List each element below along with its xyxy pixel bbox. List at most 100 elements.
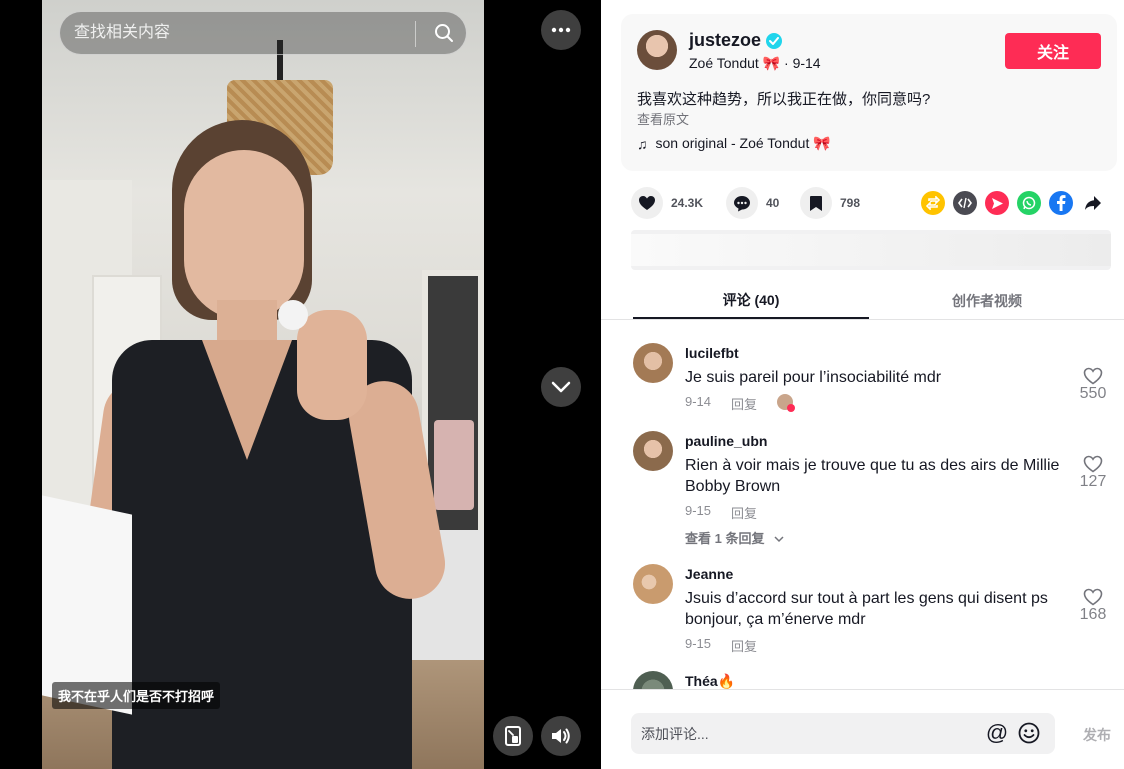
comment-action[interactable]: 40 [726,186,779,220]
music-title: son original - Zoé Tondut 🎀 [655,135,831,151]
comment-icon [734,195,750,211]
video-caption: 我不在乎人们是否不打招呼 [52,682,221,709]
comment-date: 9-15 [685,503,712,518]
repost-button[interactable] [921,191,945,215]
details-panel: justezoe Zoé Tondut 🎀 · 9-14 关注 我喜欢这种趋势，… [601,0,1124,769]
tab-comments[interactable]: 评论 (40) [633,282,869,319]
chevron-down-icon [551,381,571,393]
view-replies-button[interactable]: 查看 1 条回复 [685,528,784,547]
tab-creator-videos[interactable]: 创作者视频 [869,282,1105,319]
search-bar [59,11,467,55]
comment-list: lucilefbt Je suis pareil pour l’insociab… [601,321,1124,689]
comment-reply-button[interactable]: 回复 [731,394,757,413]
copy-link-bar-inner [631,234,1111,266]
volume-button[interactable] [541,716,581,756]
chevron-down-icon [774,536,784,543]
bookmark-icon [810,195,822,211]
comment-username[interactable]: Jeanne [685,566,733,582]
comment-reply-button[interactable]: 回复 [731,503,757,522]
save-action[interactable]: 798 [800,186,860,220]
comment-button[interactable] [726,187,758,219]
like-button[interactable] [631,187,663,219]
tab-bar: 评论 (40) 创作者视频 [601,282,1124,320]
comment-text: Jsuis d’accord sur tout à part les gens … [685,590,1048,628]
follow-button[interactable]: 关注 [1005,33,1101,69]
video-scene-fridge [434,420,474,510]
mention-button[interactable]: @ [985,720,1009,745]
volume-icon [552,728,570,744]
more-icon [551,27,571,33]
comment-count: 40 [766,196,780,210]
author-subtitle: Zoé Tondut 🎀 · 9-14 [689,55,821,72]
comment-date: 9-14 [685,394,712,409]
comment-date: 9-15 [685,636,712,651]
comment-item: lucilefbt Je suis pareil pour l’insociab… [633,343,1106,413]
heart-outline-icon [1083,455,1103,473]
post-info-card: justezoe Zoé Tondut 🎀 · 9-14 关注 我喜欢这种趋势，… [621,14,1117,171]
post-date: · 9-14 [784,55,821,71]
search-divider [415,21,416,47]
author-display-name: Zoé Tondut 🎀 [689,55,781,71]
post-description: 我喜欢这种趋势，所以我正在做，你同意吗? [637,91,931,108]
share-facebook-button[interactable] [1049,191,1073,215]
comment-username[interactable]: pauline_ubn [685,433,767,449]
video-person-neckline [202,340,292,460]
comment-like-button[interactable]: 127 [1071,455,1115,491]
comment-meta: 9-14 回复 [685,394,796,413]
comment-like-button[interactable]: 168 [1071,588,1115,624]
comment-meta: 9-15 回复 [685,636,757,655]
video-panel: 我不在乎人们是否不打招呼 [0,0,601,769]
music-note-icon: ♫ [637,135,648,152]
video-person-hand [297,310,367,420]
more-options-button[interactable] [541,10,581,50]
share-arrow-icon [1085,196,1101,210]
video-mic [278,300,308,330]
embed-button[interactable] [953,191,977,215]
see-original-link[interactable]: 查看原文 [637,109,689,128]
author-avatar[interactable] [637,30,677,70]
comment-avatar[interactable] [633,671,673,689]
comment-username[interactable]: Théa🔥 [685,673,735,689]
comment-composer: @ 发布 [601,689,1124,769]
like-action[interactable]: 24.3K [631,186,703,220]
save-button[interactable] [800,187,832,219]
send-to-friends-button[interactable] [985,191,1009,215]
comment-text: Rien à voir mais je trouve que tu as des… [685,457,1060,495]
heart-outline-icon [1083,588,1103,606]
comment-item: pauline_ubn Rien à voir mais je trouve q… [633,431,1106,547]
share-whatsapp-button[interactable] [1017,191,1041,215]
video-person-face [184,150,304,320]
search-input[interactable] [74,12,404,54]
post-comment-button[interactable]: 发布 [1083,725,1111,745]
search-icon [435,24,453,42]
more-share-button[interactable] [1081,191,1105,215]
heart-outline-icon [1083,367,1103,385]
action-bar: 24.3K 40 798 [631,186,1111,220]
search-button[interactable] [422,12,466,54]
comment-avatar[interactable] [633,431,673,471]
emoji-button[interactable] [1017,721,1041,745]
comment-like-button[interactable]: 550 [1071,367,1115,403]
save-count: 798 [840,196,861,210]
comment-avatar[interactable] [633,343,673,383]
video-player[interactable] [42,0,484,769]
comment-input[interactable] [641,713,971,754]
comment-meta: 9-15 回复 [685,503,757,522]
verified-badge-icon [766,33,782,49]
floating-player-icon [505,726,521,746]
music-link[interactable]: ♫ son original - Zoé Tondut 🎀 [637,135,831,152]
comment-item: Jeanne Jsuis d’accord sur tout à part le… [633,564,1106,655]
whatsapp-icon [1022,196,1036,210]
author-username[interactable]: justezoe [689,30,761,51]
comment-reply-button[interactable]: 回复 [731,636,757,655]
comment-text: Je suis pareil pour l’insociabilité mdr [685,369,942,386]
copy-link-bar[interactable] [631,230,1111,270]
app-root: 我不在乎人们是否不打招呼 justezoe Zoé Tondut 🎀 · 9-1… [0,0,1124,769]
view-replies-label: 查看 1 条回复 [685,531,765,546]
repost-icon [926,196,940,210]
next-video-button[interactable] [541,367,581,407]
comment-username[interactable]: lucilefbt [685,345,739,361]
emoji-icon [1018,722,1040,744]
comment-avatar[interactable] [633,564,673,604]
floating-player-button[interactable] [493,716,533,756]
